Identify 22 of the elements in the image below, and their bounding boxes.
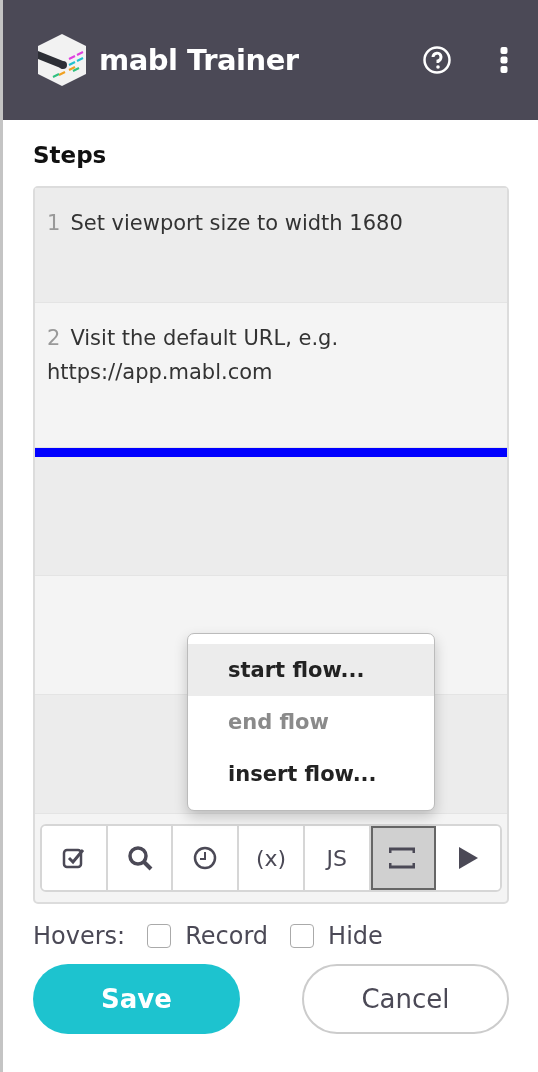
menu-item[interactable]: start flow... [188, 644, 434, 696]
search-icon [126, 845, 153, 871]
flow-button[interactable] [370, 826, 437, 890]
checkbox-icon [61, 846, 86, 870]
cancel-button[interactable]: Cancel [302, 964, 509, 1034]
more-menu-icon[interactable] [500, 47, 508, 73]
step-row[interactable]: 1 Set viewport size to width 1680 [35, 188, 507, 303]
clock-icon [193, 846, 218, 870]
checkbox[interactable] [290, 924, 315, 948]
play-icon [457, 846, 480, 870]
hovers-label: Hovers: [33, 922, 126, 950]
menu-item[interactable]: insert flow... [188, 748, 434, 800]
step-text: 1 Set viewport size to width 1680 [47, 210, 404, 237]
check-button[interactable] [42, 826, 108, 890]
app-title: mabl Trainer [99, 43, 300, 77]
flow-bracket-icon [389, 847, 416, 869]
checkbox-label: Record [185, 922, 269, 950]
checkbox-label: Hide [328, 922, 383, 950]
steps-heading: Steps [33, 142, 108, 168]
step-text: 2 Visit the default URL, e.g. https://app.mabl.com [47, 325, 340, 386]
help-icon[interactable] [422, 45, 452, 75]
checkbox[interactable] [147, 924, 172, 948]
